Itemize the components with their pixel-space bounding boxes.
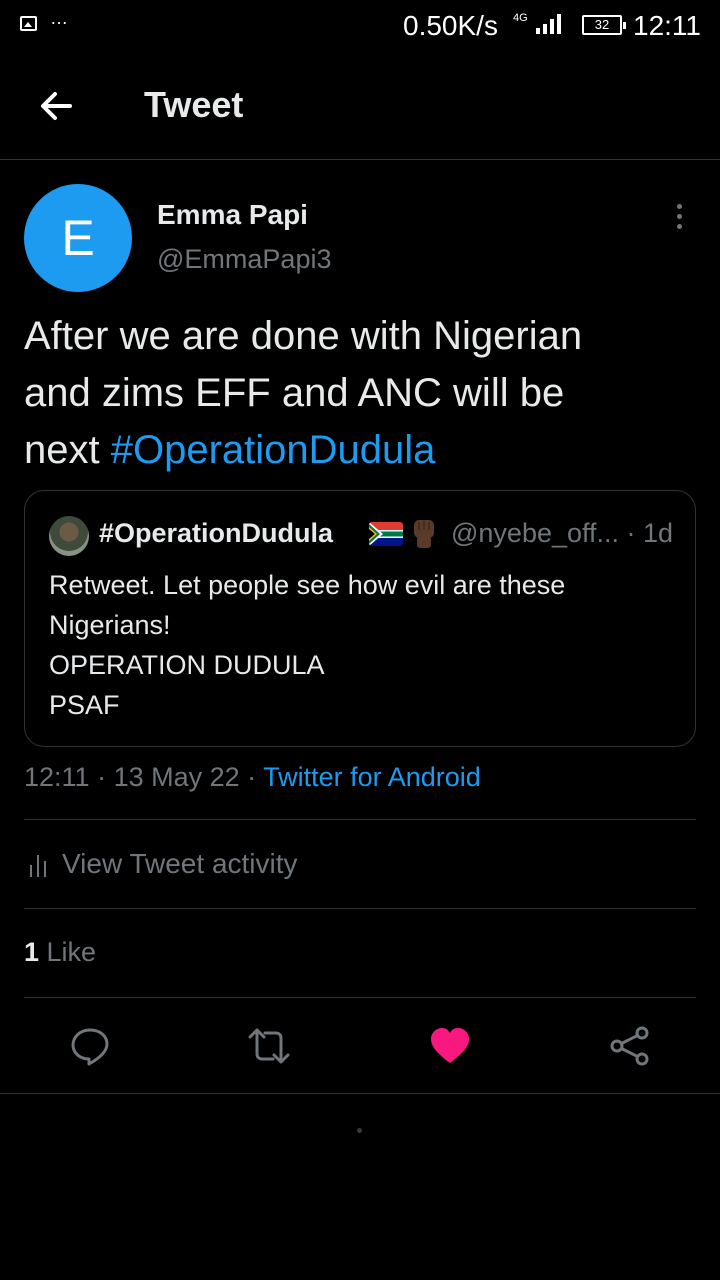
loading-dot: [357, 1128, 362, 1133]
quoted-text-line: Retweet. Let people see how evil are the…: [49, 570, 566, 600]
divider: [24, 997, 696, 998]
avatar[interactable]: E: [24, 184, 132, 292]
likes-label: Like: [39, 937, 97, 967]
tweet-text-line: next #OperationDudula: [24, 422, 704, 479]
tweet-text-line: and zims EFF and ANC will be: [24, 371, 565, 415]
network-speed: 0.50K/s: [403, 10, 498, 41]
author-handle[interactable]: @EmmaPapi3: [157, 244, 331, 275]
reply-icon[interactable]: [68, 1024, 112, 1068]
tweet-text-fragment: next: [24, 428, 111, 472]
quoted-author-name: #OperationDudula: [99, 518, 334, 548]
retweet-icon[interactable]: [247, 1024, 291, 1068]
quoted-text-line: OPERATION DUDULA: [49, 650, 325, 680]
likes-number: 1: [24, 937, 40, 967]
quoted-text: Retweet. Let people see how evil are the…: [49, 565, 669, 725]
quoted-text-line: PSAF: [49, 690, 120, 720]
south-africa-flag-icon: [369, 522, 403, 546]
raised-fist-icon: [409, 518, 439, 550]
header-divider: [0, 159, 720, 160]
more-notifications-icon: …: [50, 8, 69, 28]
tweet-time: 12:11: [24, 762, 90, 792]
hashtag-link[interactable]: #OperationDudula: [111, 428, 436, 472]
quoted-avatar: [49, 516, 89, 556]
network-type: 4G: [513, 12, 528, 24]
share-icon[interactable]: [608, 1024, 652, 1068]
battery-icon: 32: [582, 15, 626, 35]
quoted-handle-time: @nyebe_off... · 1d: [451, 518, 674, 548]
back-arrow-icon[interactable]: [36, 86, 76, 126]
likes-count[interactable]: 1 Like: [24, 937, 96, 968]
analytics-icon: [30, 853, 50, 877]
tweet-source-link[interactable]: Twitter for Android: [263, 762, 481, 792]
separator: ·: [89, 762, 114, 792]
quoted-text-line: Nigerians!: [49, 610, 171, 640]
divider: [24, 819, 696, 820]
divider: [0, 1093, 720, 1094]
author-name[interactable]: Emma Papi: [157, 199, 308, 231]
tweet-text: After we are done with Nigerian and zims…: [24, 308, 704, 479]
page-title: Tweet: [144, 84, 244, 125]
image-notification-icon: [20, 16, 37, 31]
like-icon[interactable]: [428, 1024, 472, 1068]
separator: ·: [239, 762, 264, 792]
tweet-meta: 12:11 · 13 May 22 · Twitter for Android: [24, 762, 481, 793]
tweet-date: 13 May 22: [113, 762, 240, 792]
view-tweet-activity-label: View Tweet activity: [62, 848, 298, 879]
divider: [24, 908, 696, 909]
more-options-icon[interactable]: [664, 200, 694, 234]
clock: 12:11: [633, 10, 701, 41]
quoted-tweet[interactable]: #OperationDudula @nyebe_off... · 1d Retw…: [24, 490, 696, 747]
tweet-text-line: After we are done with Nigerian: [24, 314, 583, 358]
signal-icon: [536, 14, 568, 34]
status-bar: … 0.50K/s 4G 32 12:11: [0, 0, 720, 52]
